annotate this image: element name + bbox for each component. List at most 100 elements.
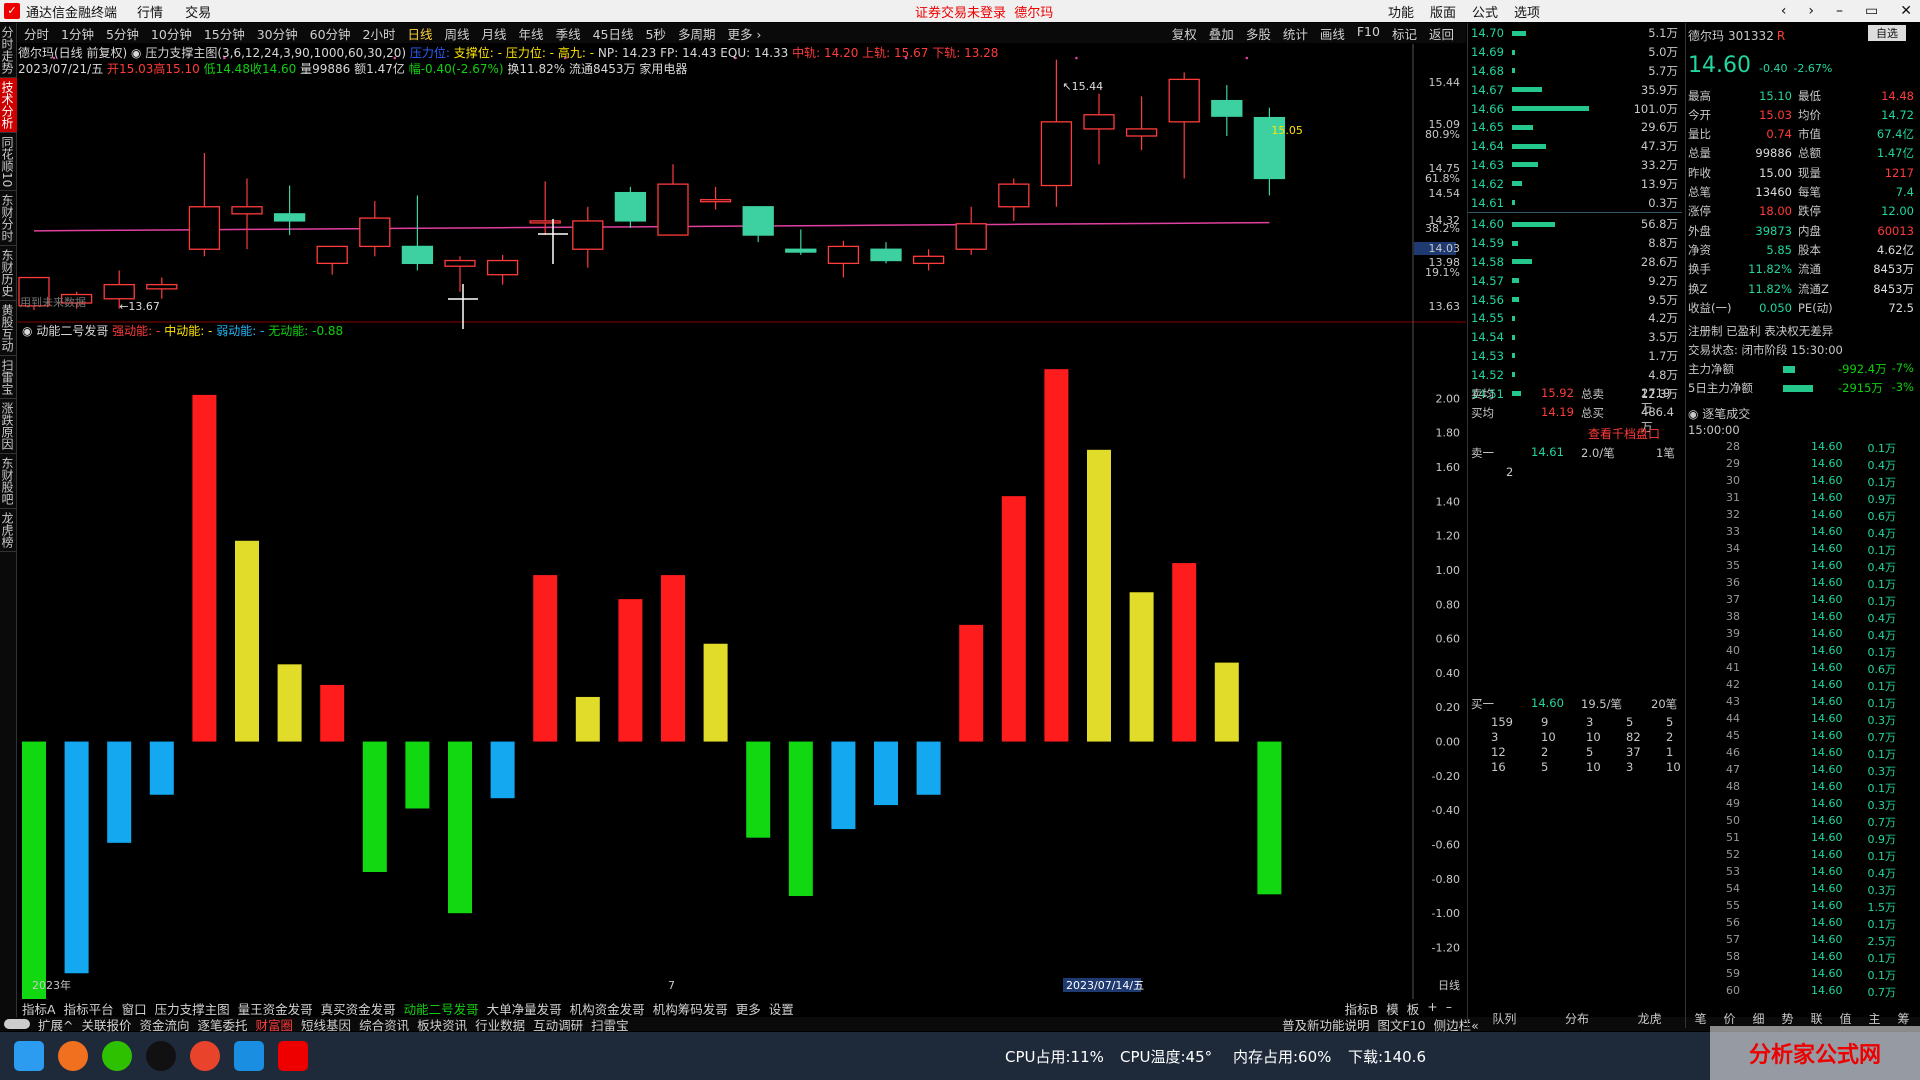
toolbar-right-5[interactable]: F10: [1351, 24, 1386, 43]
wechat-icon[interactable]: [102, 1041, 132, 1071]
tdx-icon[interactable]: [278, 1041, 308, 1071]
main-indicator-name[interactable]: 压力支撑主图(3,6,12,24,3,90,1000,60,30,20): [145, 46, 406, 60]
period-3[interactable]: 10分钟: [145, 24, 198, 43]
toolbar-right-6[interactable]: 标记: [1386, 24, 1423, 43]
ask-row[interactable]: 14.63 33.2万: [1468, 156, 1682, 175]
toolbar-right-4[interactable]: 画线: [1314, 24, 1351, 43]
tick-tab-7[interactable]: 筹: [1897, 1010, 1909, 1027]
add-watchlist-button[interactable]: 自选: [1868, 25, 1906, 41]
tick-tab-2[interactable]: 细: [1752, 1010, 1764, 1027]
ask-row[interactable]: 14.62 13.9万: [1468, 174, 1682, 193]
info-tab-8[interactable]: 行业数据: [471, 1015, 529, 1034]
bid-row[interactable]: 14.58 28.6万: [1468, 253, 1682, 272]
period-2[interactable]: 5分钟: [100, 24, 145, 43]
left-tab-4[interactable]: 东财历史: [0, 246, 17, 302]
info-tab-5[interactable]: 短线基因: [297, 1015, 355, 1034]
ask-row[interactable]: 14.68 5.7万: [1468, 62, 1682, 81]
info-tab-4[interactable]: 财富圈: [252, 1015, 298, 1034]
bid-row[interactable]: 14.59 8.8万: [1468, 234, 1682, 253]
period-0[interactable]: 分时: [18, 24, 55, 43]
ask-row[interactable]: 14.66 101.0万: [1468, 99, 1682, 118]
info-tab-2[interactable]: 资金流向: [136, 1015, 194, 1034]
mail-icon[interactable]: [234, 1041, 264, 1071]
period-12[interactable]: 季线: [550, 24, 587, 43]
toolbar-right-3[interactable]: 统计: [1277, 24, 1314, 43]
bid-row[interactable]: 14.56 9.5万: [1468, 290, 1682, 309]
left-tab-2[interactable]: 同花顺10: [0, 133, 17, 192]
bid-row[interactable]: 14.53 1.7万: [1468, 347, 1682, 366]
toolbar-right-2[interactable]: 多股: [1240, 24, 1277, 43]
period-4[interactable]: 15分钟: [198, 24, 251, 43]
left-tab-0[interactable]: 分时走势: [0, 23, 17, 78]
period-11[interactable]: 年线: [513, 24, 550, 43]
bid-row[interactable]: 14.57 9.2万: [1468, 271, 1682, 290]
tick-tab-1[interactable]: 价: [1723, 1010, 1735, 1027]
tick-tab-3[interactable]: 势: [1781, 1010, 1793, 1027]
ask-row[interactable]: 14.69 5.0万: [1468, 43, 1682, 62]
queue-link[interactable]: 查看千档盘口: [1588, 425, 1660, 442]
maximize-icon[interactable]: ▭: [1865, 3, 1878, 19]
period-1[interactable]: 1分钟: [55, 24, 100, 43]
period-6[interactable]: 60分钟: [304, 24, 357, 43]
ticks-toggle-icon[interactable]: ◉: [1688, 407, 1702, 421]
tick-tab-0[interactable]: 笔: [1694, 1010, 1706, 1027]
info-tab-right-0[interactable]: 普及新功能说明: [1278, 1015, 1374, 1034]
info-tab-9[interactable]: 互动调研: [529, 1015, 587, 1034]
period-13[interactable]: 45日线: [587, 24, 640, 43]
info-tab-right-1[interactable]: 图文F10: [1374, 1015, 1430, 1034]
indicator-tab-9[interactable]: 机构筹码发哥: [649, 999, 732, 1018]
chrome-icon[interactable]: [190, 1041, 220, 1071]
ask-row[interactable]: 14.61 0.3万: [1468, 193, 1682, 212]
period-9[interactable]: 周线: [439, 24, 476, 43]
firefox-icon[interactable]: [58, 1041, 88, 1071]
ask-row[interactable]: 14.64 47.3万: [1468, 137, 1682, 156]
left-tab-6[interactable]: 扫雷宝: [0, 356, 17, 400]
info-tab-3[interactable]: 逐笔委托: [194, 1015, 252, 1034]
left-tab-5[interactable]: 黄股互动: [0, 301, 17, 357]
bid-row[interactable]: 14.60 56.8万: [1468, 215, 1682, 234]
menu-options[interactable]: 选项: [1514, 2, 1540, 21]
bottom-tab-1[interactable]: 分布: [1565, 1010, 1589, 1027]
menu-layout[interactable]: 版面: [1430, 2, 1456, 21]
info-tab-7[interactable]: 板块资讯: [413, 1015, 471, 1034]
period-16[interactable]: 更多 ›: [721, 24, 767, 43]
period-7[interactable]: 2小时: [357, 24, 402, 43]
left-tab-7[interactable]: 涨跌原因: [0, 399, 17, 455]
ask-row[interactable]: 14.65 29.6万: [1468, 118, 1682, 137]
period-14[interactable]: 5秒: [639, 24, 671, 43]
left-tab-8[interactable]: 东财股吧: [0, 454, 17, 510]
forward-icon[interactable]: ›: [1808, 3, 1814, 19]
toolbar-right-7[interactable]: 返回: [1423, 24, 1460, 43]
kline-chart[interactable]: 用到未来数据↖15.44←13.6715.0515.4415.0980.9%14…: [18, 44, 1466, 999]
sub-toggle-icon[interactable]: ◉: [22, 324, 32, 338]
info-tab-10[interactable]: 扫雷宝: [587, 1015, 633, 1034]
period-8[interactable]: 日线: [402, 24, 439, 43]
left-tab-9[interactable]: 龙虎榜: [0, 509, 17, 553]
ticks-title[interactable]: ◉ 逐笔成交: [1688, 405, 1750, 422]
bottom-tab-2[interactable]: 龙虎: [1638, 1010, 1662, 1027]
bid-row[interactable]: 14.52 4.8万: [1468, 365, 1682, 384]
bid-row[interactable]: 14.54 3.5万: [1468, 328, 1682, 347]
period-10[interactable]: 月线: [476, 24, 513, 43]
left-tab-3[interactable]: 东财分时: [0, 191, 17, 247]
menu-formula[interactable]: 公式: [1472, 2, 1498, 21]
toggle-switch-icon[interactable]: [4, 1019, 30, 1029]
period-5[interactable]: 30分钟: [251, 24, 304, 43]
tick-tab-5[interactable]: 值: [1839, 1010, 1851, 1027]
qq-icon[interactable]: [146, 1041, 176, 1071]
windows-start-icon[interactable]: [14, 1041, 44, 1071]
ask-row[interactable]: 14.67 35.9万: [1468, 80, 1682, 99]
sub-indicator-name[interactable]: 动能二号发哥: [36, 324, 108, 338]
period-15[interactable]: 多周期: [672, 24, 722, 43]
close-icon[interactable]: ✕: [1900, 3, 1912, 19]
tick-tab-6[interactable]: 主: [1868, 1010, 1880, 1027]
toolbar-right-1[interactable]: 叠加: [1203, 24, 1240, 43]
indicator-toggle-icon[interactable]: ◉: [131, 46, 141, 60]
minimize-icon[interactable]: –: [1836, 3, 1843, 19]
info-tab-0[interactable]: 扩展^: [34, 1015, 77, 1034]
toolbar-right-0[interactable]: 复权: [1166, 24, 1203, 43]
indicator-tab-11[interactable]: 设置: [765, 999, 798, 1018]
bid-row[interactable]: 14.55 4.2万: [1468, 309, 1682, 328]
queue-link-text[interactable]: 查看千档盘口: [1588, 427, 1660, 441]
tick-tab-4[interactable]: 联: [1810, 1010, 1822, 1027]
